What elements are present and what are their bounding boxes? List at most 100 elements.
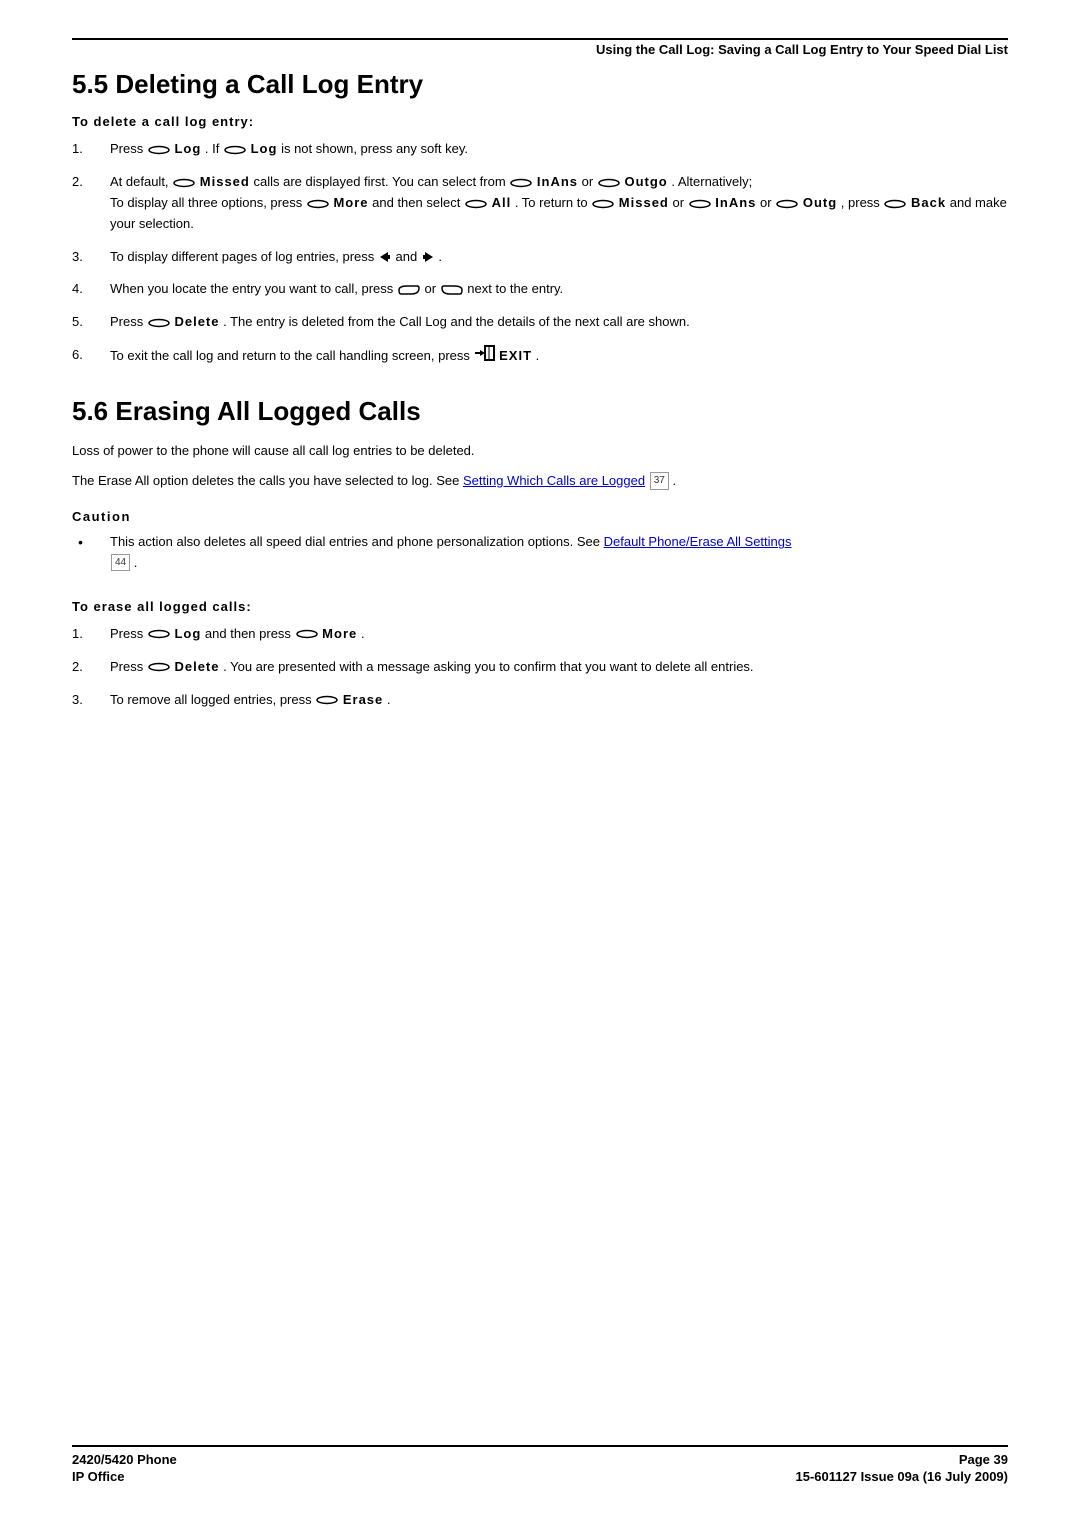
page-header: Using the Call Log: Saving a Call Log En… xyxy=(72,38,1008,57)
step-3: To display different pages of log entrie… xyxy=(72,247,1008,268)
text: This action also deletes all speed dial … xyxy=(110,534,604,549)
delete-intro: To delete a call log entry: xyxy=(72,114,1008,129)
erase-p1: Loss of power to the phone will cause al… xyxy=(72,441,1008,461)
text: is not shown, press any soft key. xyxy=(281,141,468,156)
softkey-label-more: More xyxy=(333,195,368,210)
softkey-label-delete: Delete xyxy=(174,659,219,674)
erase-step-1: Press Log and then press More . xyxy=(72,624,1008,645)
page-footer: 2420/5420 Phone IP Office Page 39 15-601… xyxy=(72,1445,1008,1486)
footer-right: Page 39 15-601127 Issue 09a (16 July 200… xyxy=(796,1451,1009,1486)
text: To exit the call log and return to the c… xyxy=(110,348,474,363)
softkey-icon xyxy=(147,313,171,334)
softkey-icon xyxy=(295,624,319,645)
text: calls are displayed first. You can selec… xyxy=(253,174,509,189)
link-default-phone-erase[interactable]: Default Phone/Erase All Settings xyxy=(604,534,792,549)
breadcrumb: Using the Call Log: Saving a Call Log En… xyxy=(596,42,1008,57)
softkey-label-outgo: Outgo xyxy=(624,174,667,189)
softkey-icon xyxy=(464,193,488,214)
softkey-label-outg: Outg xyxy=(803,195,837,210)
erase-intro: To erase all logged calls: xyxy=(72,599,1008,614)
text: Press xyxy=(110,314,147,329)
softkey-icon xyxy=(775,193,799,214)
softkey-icon xyxy=(223,139,247,160)
footer-issue: 15-601127 Issue 09a (16 July 2009) xyxy=(796,1468,1009,1486)
softkey-icon xyxy=(688,193,712,214)
page-ref-37: 37 xyxy=(650,472,669,490)
erase-steps: Press Log and then press More . Press De… xyxy=(72,624,1008,711)
text: The Erase All option deletes the calls y… xyxy=(72,473,463,488)
text: To display different pages of log entrie… xyxy=(110,249,378,264)
softkey-label-inans: InAns xyxy=(537,174,578,189)
text: When you locate the entry you want to ca… xyxy=(110,281,397,296)
step-4: When you locate the entry you want to ca… xyxy=(72,279,1008,300)
softkey-icon xyxy=(591,193,615,214)
exit-icon xyxy=(474,345,496,368)
caution-item: This action also deletes all speed dial … xyxy=(72,532,1008,572)
text: . xyxy=(134,555,138,570)
softkey-icon xyxy=(597,172,621,193)
text: To remove all logged entries, press xyxy=(110,692,315,707)
softkey-icon xyxy=(147,657,171,678)
text: . The entry is deleted from the Call Log… xyxy=(223,314,690,329)
footer-left: 2420/5420 Phone IP Office xyxy=(72,1451,177,1486)
softkey-label-log: Log xyxy=(174,626,201,641)
step-1: Press Log . If Log is not shown, press a… xyxy=(72,139,1008,160)
step-5: Press Delete . The entry is deleted from… xyxy=(72,312,1008,333)
softkey-label-more: More xyxy=(322,626,357,641)
caution-list: This action also deletes all speed dial … xyxy=(72,532,1008,572)
text: . xyxy=(672,473,676,488)
softkey-left-icon xyxy=(440,280,464,301)
text: . xyxy=(387,692,391,707)
text: To display all three options, press xyxy=(110,195,306,210)
softkey-icon xyxy=(315,690,339,711)
text: or xyxy=(582,174,597,189)
softkey-label-missed: Missed xyxy=(200,174,250,189)
text: . xyxy=(536,348,540,363)
softkey-icon xyxy=(883,193,907,214)
softkey-label-inans: InAns xyxy=(715,195,756,210)
softkey-right-icon xyxy=(397,280,421,301)
text: . Alternatively; xyxy=(671,174,752,189)
text: or xyxy=(760,195,775,210)
text: Press xyxy=(110,659,147,674)
step-6: To exit the call log and return to the c… xyxy=(72,345,1008,368)
erase-step-2: Press Delete . You are presented with a … xyxy=(72,657,1008,678)
softkey-icon xyxy=(509,172,533,193)
text: . xyxy=(438,249,442,264)
softkey-label-missed: Missed xyxy=(619,195,669,210)
text: or xyxy=(425,281,440,296)
arrow-right-icon xyxy=(421,249,435,264)
text: or xyxy=(673,195,688,210)
footer-page-number: Page 39 xyxy=(796,1451,1009,1469)
softkey-icon xyxy=(147,624,171,645)
softkey-icon xyxy=(147,139,171,160)
text: . If xyxy=(205,141,223,156)
document-page: Using the Call Log: Saving a Call Log En… xyxy=(0,0,1080,1528)
delete-steps: Press Log . If Log is not shown, press a… xyxy=(72,139,1008,368)
text: and xyxy=(395,249,420,264)
footer-product: 2420/5420 Phone xyxy=(72,1451,177,1469)
erase-p2: The Erase All option deletes the calls y… xyxy=(72,471,1008,491)
erase-step-3: To remove all logged entries, press Eras… xyxy=(72,690,1008,711)
text: . xyxy=(361,626,365,641)
text: and then press xyxy=(205,626,295,641)
softkey-icon xyxy=(306,193,330,214)
page-ref-44: 44 xyxy=(111,554,130,572)
step-2: At default, Missed calls are displayed f… xyxy=(72,172,1008,235)
text: . To return to xyxy=(515,195,591,210)
link-setting-calls-logged[interactable]: Setting Which Calls are Logged xyxy=(463,473,645,488)
softkey-label-all: All xyxy=(492,195,512,210)
softkey-icon xyxy=(172,172,196,193)
softkey-label-erase: Erase xyxy=(343,692,383,707)
softkey-label-log: Log xyxy=(251,141,278,156)
footer-system: IP Office xyxy=(72,1468,177,1486)
heading-5-6: 5.6 Erasing All Logged Calls xyxy=(72,396,1008,427)
text: . You are presented with a message askin… xyxy=(223,659,753,674)
softkey-label-log: Log xyxy=(174,141,201,156)
text: , press xyxy=(841,195,884,210)
arrow-left-icon xyxy=(378,249,392,264)
heading-5-5: 5.5 Deleting a Call Log Entry xyxy=(72,69,1008,100)
text: and then select xyxy=(372,195,464,210)
softkey-label-back: Back xyxy=(911,195,946,210)
text: Press xyxy=(110,626,147,641)
